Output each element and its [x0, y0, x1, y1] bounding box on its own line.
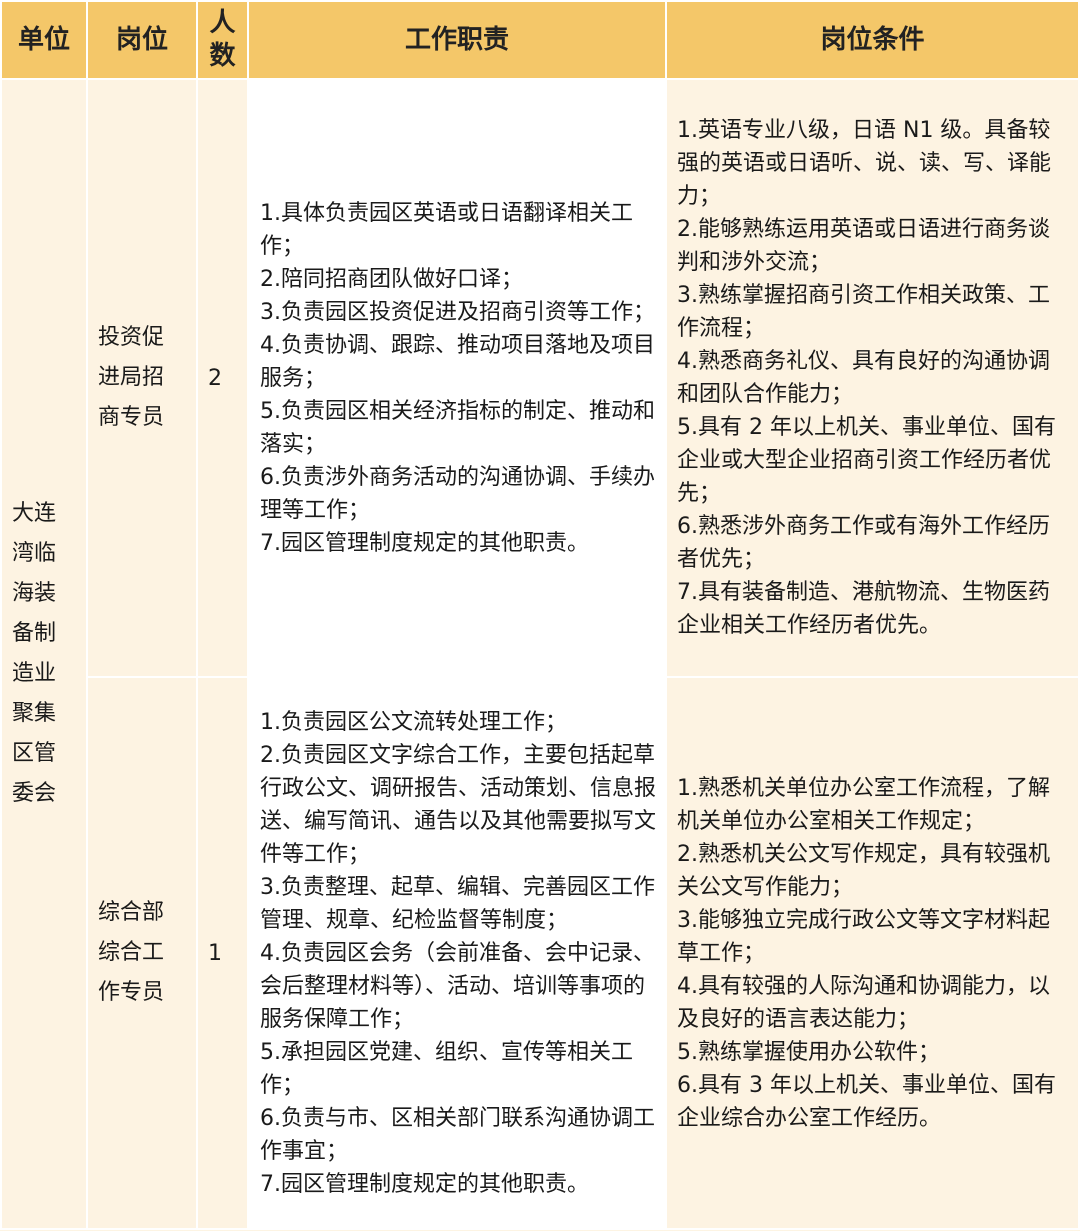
- unit-cell: 大连湾临海装备制造业聚集区管委会: [0, 78, 88, 1230]
- duties-cell: 1.具体负责园区英语或日语翻译相关工作； 2.陪同招商团队做好口译； 3.负责园…: [247, 78, 667, 678]
- header-unit: 单位: [0, 0, 88, 80]
- duty-item: 6.负责与市、区相关部门联系沟通协调工作事宜；: [260, 1105, 655, 1164]
- duty-item: 2.负责园区文字综合工作，主要包括起草行政公文、调研报告、活动策划、信息报送、编…: [260, 742, 657, 867]
- duty-item: 5.承担园区党建、组织、宣传等相关工作；: [260, 1039, 633, 1098]
- recruitment-table-page: 单位 岗位 人数 工作职责 岗位条件 大连湾临海装备制造业聚集区管委会 投资促进…: [0, 0, 1080, 1231]
- duty-item: 3.负责园区投资促进及招商引资等工作；: [260, 299, 655, 325]
- post-cell: 投资促进局招商专员: [86, 78, 198, 678]
- recruitment-table: 单位 岗位 人数 工作职责 岗位条件 大连湾临海装备制造业聚集区管委会 投资促进…: [0, 0, 1080, 1230]
- header-duties: 工作职责: [247, 0, 667, 80]
- condition-item: 7.具有装备制造、港航物流、生物医药企业相关工作经历者优先。: [677, 580, 1050, 638]
- duty-item: 6.负责涉外商务活动的沟通协调、手续办理等工作；: [260, 464, 655, 523]
- post-name: 综合部综合工作专员: [98, 900, 165, 1005]
- header-row: 单位 岗位 人数 工作职责 岗位条件: [0, 0, 1080, 80]
- condition-item: 2.能够熟练运用英语或日语进行商务谈判和涉外交流；: [677, 217, 1050, 275]
- header-conditions: 岗位条件: [665, 0, 1080, 80]
- condition-item: 5.熟练掌握使用办公软件；: [677, 1039, 940, 1065]
- unit-name: 大连湾临海装备制造业聚集区管委会: [12, 501, 57, 806]
- table-row: 综合部综合工作专员 1 1.负责园区公文流转处理工作； 2.负责园区文字综合工作…: [1, 676, 1080, 1230]
- condition-item: 1.英语专业八级，日语 N1 级。具备较强的英语或日语听、说、读、写、译能力；: [677, 118, 1052, 209]
- duty-item: 4.负责协调、跟踪、推动项目落地及项目服务；: [260, 332, 655, 391]
- header-count: 人数: [196, 0, 249, 80]
- condition-item: 2.熟悉机关公文写作规定，具有较强机关公文写作能力；: [677, 841, 1050, 900]
- duty-item: 5.负责园区相关经济指标的制定、推动和落实；: [260, 398, 655, 457]
- condition-item: 6.熟悉涉外商务工作或有海外工作经历者优先；: [677, 514, 1050, 572]
- condition-item: 5.具有 2 年以上机关、事业单位、国有企业或大型企业招商引资工作经历者优先；: [677, 415, 1056, 506]
- count-cell: 1: [196, 676, 249, 1230]
- condition-item: 3.能够独立完成行政公文等文字材料起草工作；: [677, 907, 1050, 966]
- duty-item: 7.园区管理制度规定的其他职责。: [260, 1171, 589, 1197]
- duty-item: 3.负责整理、起草、编辑、完善园区工作管理、规章、纪检监督等制度；: [260, 874, 655, 933]
- condition-item: 1.熟悉机关单位办公室工作流程，了解机关单位办公室相关工作规定；: [677, 775, 1050, 834]
- duties-cell: 1.负责园区公文流转处理工作； 2.负责园区文字综合工作，主要包括起草行政公文、…: [247, 676, 667, 1230]
- post-cell: 综合部综合工作专员: [86, 676, 198, 1230]
- condition-item: 3.熟练掌握招商引资工作相关政策、工作流程；: [677, 283, 1050, 341]
- duty-item: 4.负责园区会务（会前准备、会中记录、会后整理材料等）、活动、培训等事项的服务保…: [260, 940, 655, 1032]
- conditions-cell: 1.熟悉机关单位办公室工作流程，了解机关单位办公室相关工作规定； 2.熟悉机关公…: [665, 676, 1080, 1230]
- table-row: 大连湾临海装备制造业聚集区管委会 投资促进局招商专员 2 1.具体负责园区英语或…: [0, 78, 1080, 1230]
- duty-item: 1.具体负责园区英语或日语翻译相关工作；: [260, 200, 633, 259]
- header-post: 岗位: [86, 0, 198, 80]
- duty-item: 7.园区管理制度规定的其他职责。: [260, 530, 589, 556]
- header-count-label: 人数: [209, 8, 236, 71]
- condition-item: 4.熟悉商务礼仪、具有良好的沟通协调和团队合作能力；: [677, 349, 1050, 407]
- duty-item: 1.负责园区公文流转处理工作；: [260, 709, 567, 735]
- count-cell: 2: [196, 78, 249, 678]
- conditions-cell: 1.英语专业八级，日语 N1 级。具备较强的英语或日语听、说、读、写、译能力； …: [665, 78, 1080, 678]
- condition-item: 4.具有较强的人际沟通和协调能力，以及良好的语言表达能力；: [677, 973, 1050, 1032]
- condition-item: 6.具有 3 年以上机关、事业单位、国有企业综合办公室工作经历。: [677, 1072, 1056, 1131]
- duty-item: 2.陪同招商团队做好口译；: [260, 266, 523, 292]
- post-name: 投资促进局招商专员: [98, 325, 165, 430]
